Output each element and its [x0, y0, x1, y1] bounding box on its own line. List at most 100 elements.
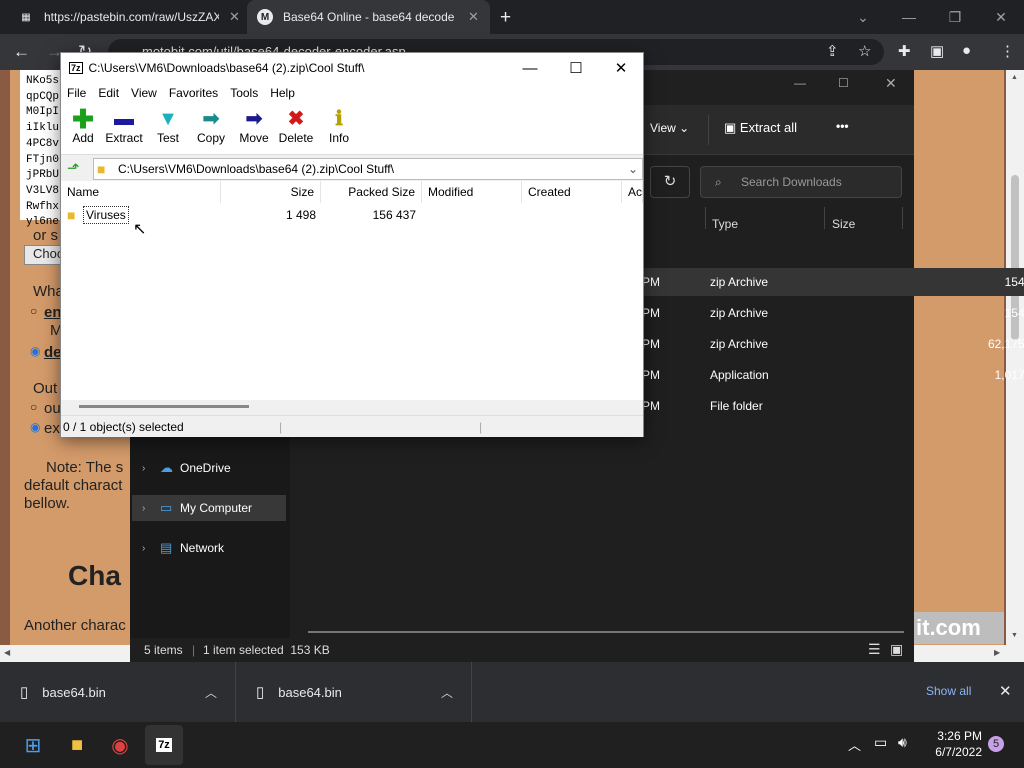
side-panel-icon[interactable]: ▣ [930, 42, 944, 60]
tab-pastebin[interactable]: ▦ https://pastebin.com/raw/UszZAXx ✕ [8, 0, 243, 34]
up-folder-icon[interactable]: ⬏ [67, 159, 80, 177]
view-button[interactable]: View ⌄ [650, 121, 689, 135]
file-time: PM [642, 399, 660, 413]
chevron-right-icon[interactable]: › [142, 503, 160, 514]
new-tab-icon[interactable]: + [500, 7, 511, 29]
bookmark-star-icon[interactable]: ☆ [858, 42, 871, 60]
tab-base64[interactable]: M Base64 Online - base64 decode an ✕ [247, 0, 490, 34]
extensions-icon[interactable]: ✚ [898, 42, 911, 60]
download-item[interactable]: ▯ base64.bin ︿ [236, 662, 472, 722]
file-row[interactable]: PM zip Archive 154 KB [630, 268, 1024, 296]
profile-icon[interactable]: ● [962, 42, 971, 59]
column-header-modified[interactable]: Modified [422, 181, 522, 203]
divider: | [279, 420, 283, 434]
column-header-accessed[interactable]: Ac [622, 181, 643, 203]
clock-time[interactable]: 3:26 PM [930, 729, 982, 743]
file-row[interactable]: PM File folder [630, 392, 1024, 420]
minimize-icon[interactable]: — [507, 53, 553, 83]
7zip-hscrollbar[interactable] [61, 400, 643, 414]
minimize-icon[interactable]: — [886, 0, 932, 34]
explorer-hscrollbar[interactable] [308, 631, 904, 633]
extract-button[interactable]: ▬ Extract [102, 107, 146, 145]
menu-file[interactable]: File [61, 86, 92, 100]
column-header-type[interactable]: Type [712, 217, 738, 231]
button-label: Delete [278, 131, 314, 145]
column-header-size[interactable]: Size [221, 181, 321, 203]
file-row[interactable]: PM zip Archive 154 KB [630, 299, 1024, 327]
view-label: View [650, 121, 676, 135]
refresh-button[interactable]: ↻ [650, 166, 690, 198]
windows-start-icon[interactable]: ⊞ [14, 725, 52, 765]
close-icon[interactable]: ✕ [978, 0, 1024, 34]
sidebar-item-network[interactable]: › ▤ Network [132, 535, 286, 561]
show-all-button[interactable]: Show all [926, 684, 971, 698]
network-icon[interactable]: ▭ [874, 734, 887, 751]
menu-help[interactable]: Help [264, 86, 301, 100]
minimize-icon[interactable]: — [794, 76, 806, 90]
details-view-icon[interactable]: ☰ [868, 641, 881, 658]
back-icon[interactable]: ← [13, 42, 30, 62]
chevron-up-icon[interactable]: ︿ [205, 684, 217, 701]
menu-favorites[interactable]: Favorites [163, 86, 224, 100]
scroll-up-icon[interactable]: ▲ [1011, 74, 1018, 81]
decode-radio[interactable]: ◉ [30, 344, 40, 358]
file-row[interactable]: PM zip Archive 62,175 KB [630, 330, 1024, 358]
scroll-right-icon[interactable]: ▶ [994, 648, 1000, 657]
button-label: Move [239, 131, 269, 145]
sidebar-item-my-computer[interactable]: › ▭ My Computer [132, 495, 286, 521]
scrollbar-thumb[interactable] [79, 405, 249, 408]
info-button[interactable]: ℹ Info [317, 107, 361, 145]
scroll-down-icon[interactable]: ▼ [1011, 632, 1018, 639]
menu-icon[interactable]: ⋮ [1000, 42, 1015, 60]
close-icon[interactable]: ✕ [999, 682, 1012, 700]
clock-date[interactable]: 6/7/2022 [928, 745, 982, 759]
copy-button[interactable]: ➡ Copy [189, 107, 233, 145]
chevron-down-icon[interactable]: ⌄ [628, 159, 638, 179]
add-button[interactable]: ✚ Add [61, 106, 105, 145]
close-tab-icon[interactable]: ✕ [468, 9, 479, 25]
scroll-left-icon[interactable]: ◀ [4, 648, 10, 657]
notification-badge[interactable]: 5 [988, 736, 1004, 752]
chevron-right-icon[interactable]: › [142, 463, 160, 474]
table-row[interactable]: ■ Viruses 1 498 156 437 [61, 205, 643, 225]
menu-view[interactable]: View [125, 86, 163, 100]
column-header-name[interactable]: Name [61, 181, 221, 203]
divider [902, 207, 903, 229]
share-icon[interactable]: ⇪ [826, 42, 839, 60]
chevron-up-icon[interactable]: ︿ [441, 684, 453, 701]
close-icon[interactable]: ✕ [885, 75, 897, 92]
maximize-icon[interactable]: ☐ [553, 53, 599, 83]
chrome-icon[interactable]: ◉ [101, 725, 139, 765]
file-row[interactable]: PM Application 1,017 KB [630, 361, 1024, 389]
close-icon[interactable]: ✕ [598, 53, 644, 83]
column-header-packed-size[interactable]: Packed Size [321, 181, 422, 203]
column-header-created[interactable]: Created [522, 181, 622, 203]
download-item[interactable]: ▯ base64.bin ︿ [0, 662, 236, 722]
button-label: Copy [196, 131, 225, 145]
menu-tools[interactable]: Tools [224, 86, 264, 100]
file-explorer-icon[interactable]: ■ [58, 725, 96, 765]
output-radio-1[interactable]: ○ [30, 400, 37, 414]
extract-all-button[interactable]: ▣ Extract all [724, 120, 797, 136]
tab-search-icon[interactable]: ⌄ [840, 0, 886, 34]
delete-button[interactable]: ✖ Delete [274, 107, 318, 145]
column-header-size[interactable]: Size [832, 217, 855, 231]
chevron-right-icon[interactable]: › [142, 543, 160, 554]
move-button[interactable]: ➡ Move [232, 107, 276, 145]
chevron-up-icon[interactable]: ︿ [848, 735, 861, 754]
sidebar-item-onedrive[interactable]: › ☁ OneDrive [132, 455, 286, 481]
encode-radio[interactable]: ○ [30, 304, 37, 318]
7zip-taskbar-icon[interactable]: 7z [145, 725, 183, 765]
restore-icon[interactable]: ❐ [932, 0, 978, 34]
tiles-view-icon[interactable]: ▣ [890, 641, 903, 658]
search-input[interactable]: ⌕ Search Downloads [700, 166, 902, 198]
menu-edit[interactable]: Edit [92, 86, 125, 100]
close-tab-icon[interactable]: ✕ [229, 9, 240, 25]
more-options-button[interactable]: ••• [836, 119, 849, 133]
test-button[interactable]: ▼ Test [146, 107, 190, 145]
output-radio-2[interactable]: ◉ [30, 420, 40, 434]
volume-icon[interactable]: 🔊︎ [898, 734, 907, 751]
move-arrow-icon: ➡ [245, 108, 263, 130]
maximize-icon[interactable]: ☐ [838, 76, 849, 90]
path-input[interactable]: ■ C:\Users\VM6\Downloads\base64 (2).zip\… [93, 158, 643, 180]
